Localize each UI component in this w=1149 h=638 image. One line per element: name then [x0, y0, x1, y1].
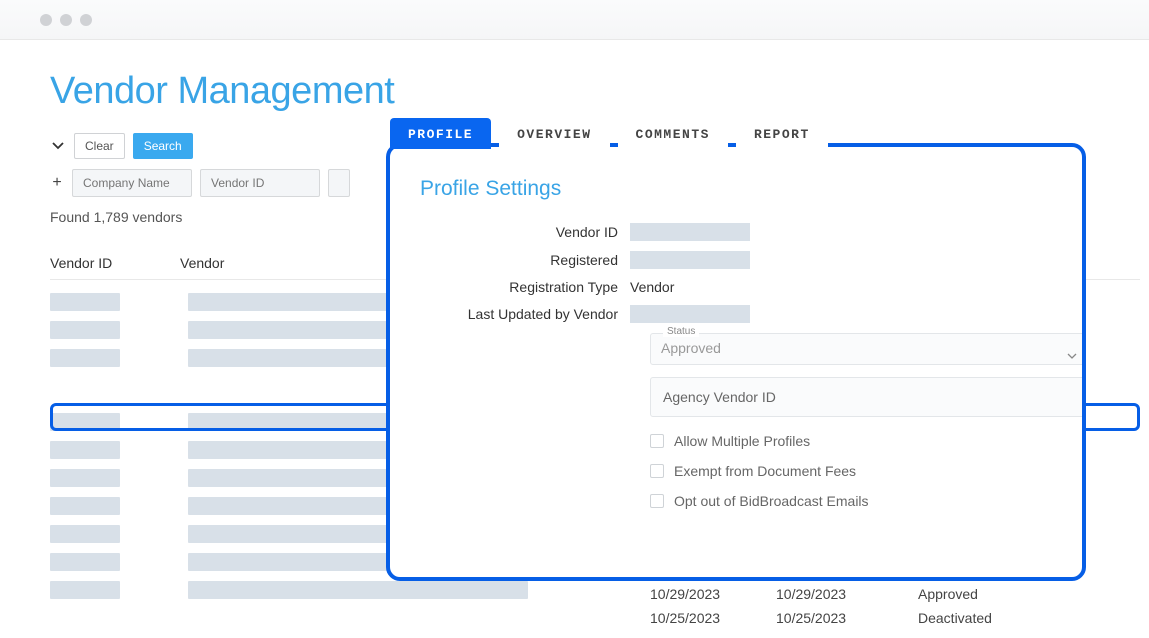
label-registered: Registered	[420, 252, 630, 268]
tab-overview[interactable]: OVERVIEW	[499, 118, 609, 149]
chevron-down-icon[interactable]	[50, 138, 66, 154]
label-last-updated: Last Updated by Vendor	[420, 306, 630, 322]
profile-detail-panel: PROFILE OVERVIEW COMMENTS REPORT Profile…	[386, 143, 1086, 581]
status-cell: Deactivated	[918, 610, 1038, 626]
status-value: Approved	[661, 340, 1079, 356]
chrome-dot	[40, 14, 52, 26]
opt-out-checkbox[interactable]	[650, 494, 664, 508]
column-vendor-id[interactable]: Vendor ID	[50, 255, 180, 271]
value-vendor-id	[630, 223, 750, 241]
company-name-filter[interactable]	[72, 169, 192, 197]
date-cell: 10/29/2023	[650, 586, 776, 602]
date-cell: 10/25/2023	[776, 610, 918, 626]
chrome-dot	[60, 14, 72, 26]
label-vendor-id: Vendor ID	[420, 224, 630, 240]
value-registration-type: Vendor	[630, 279, 674, 295]
status-select[interactable]: Status Approved	[650, 333, 1082, 365]
search-button[interactable]: Search	[133, 133, 193, 159]
tab-profile[interactable]: PROFILE	[390, 118, 491, 149]
status-label: Status	[663, 326, 699, 337]
clear-button[interactable]: Clear	[74, 133, 125, 159]
tab-report[interactable]: REPORT	[736, 118, 828, 149]
label-registration-type: Registration Type	[420, 279, 630, 295]
date-cell: 10/29/2023	[776, 586, 918, 602]
allow-multiple-checkbox[interactable]	[650, 434, 664, 448]
exempt-fees-checkbox[interactable]	[650, 464, 664, 478]
vendor-id-filter[interactable]	[200, 169, 320, 197]
chevron-down-icon	[1067, 346, 1077, 364]
agency-vendor-id-input[interactable]: Agency Vendor ID	[650, 377, 1082, 417]
tab-comments[interactable]: COMMENTS	[618, 118, 728, 149]
exempt-fees-label: Exempt from Document Fees	[674, 463, 856, 479]
value-registered	[630, 251, 750, 269]
table-row[interactable]: 10/29/2023 10/29/2023 Approved	[50, 586, 1145, 602]
extra-filter[interactable]	[328, 169, 350, 197]
date-cell: 10/25/2023	[650, 610, 776, 626]
opt-out-label: Opt out of BidBroadcast Emails	[674, 493, 869, 509]
panel-title: Profile Settings	[420, 177, 1052, 201]
allow-multiple-label: Allow Multiple Profiles	[674, 433, 810, 449]
page-title: Vendor Management	[50, 70, 1149, 113]
table-row[interactable]: 10/25/2023 10/25/2023 Deactivated	[50, 610, 1145, 626]
value-last-updated	[630, 305, 750, 323]
status-cell: Approved	[918, 586, 1038, 602]
chrome-dot	[80, 14, 92, 26]
window-chrome	[0, 0, 1149, 40]
add-filter-icon[interactable]: +	[50, 176, 64, 190]
